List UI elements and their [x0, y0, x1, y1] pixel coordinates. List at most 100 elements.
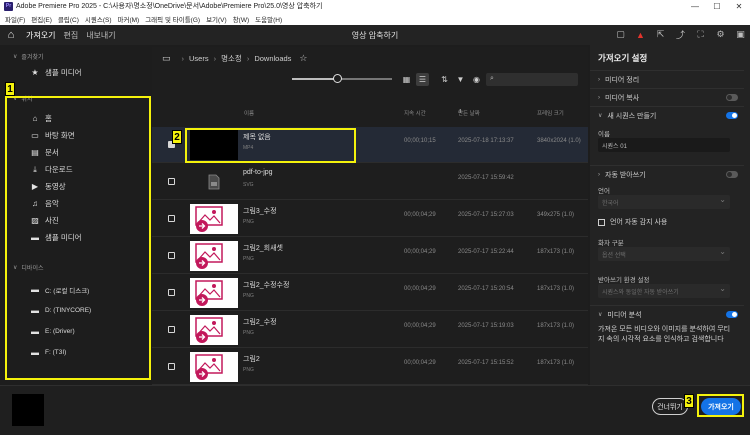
- annotation-box-2: [185, 128, 356, 163]
- auto-transcribe-toggle[interactable]: [726, 171, 738, 178]
- breadcrumb-downloads[interactable]: Downloads: [254, 54, 291, 63]
- skip-button[interactable]: 건너뛰기: [652, 398, 688, 415]
- language-select[interactable]: 한국어: [598, 195, 730, 209]
- file-row[interactable]: 그림2 PNG 00;00;04;29 2025-07-17 15:15:52 187x…: [152, 349, 588, 385]
- menu-marker[interactable]: 마커(M): [117, 14, 139, 24]
- speaker-select[interactable]: 옵션 선택: [598, 247, 730, 261]
- file-type: PNG: [243, 256, 254, 262]
- close-button[interactable]: ✕: [728, 2, 750, 11]
- menu-sequence[interactable]: 시퀀스(S): [85, 14, 112, 24]
- sequence-name-field[interactable]: 시퀀스 01: [598, 138, 730, 152]
- file-type: PNG: [243, 293, 254, 299]
- menu-clip[interactable]: 클립(C): [58, 14, 79, 24]
- file-name: 그림2_회새셋: [243, 245, 283, 252]
- media-organize-section[interactable]: › 미디어 정리: [590, 70, 744, 88]
- annotation-label-1: 1: [5, 82, 15, 96]
- sidebar-item-sample-media[interactable]: ★ 샘플 미디어: [5, 66, 150, 79]
- speaker-label: 화자 구분: [598, 240, 624, 247]
- new-sequence-toggle[interactable]: [726, 112, 738, 119]
- tab-edit[interactable]: 편집: [59, 25, 82, 45]
- column-duration[interactable]: 지속 시간: [404, 109, 426, 117]
- breadcrumb-user[interactable]: 명소정: [221, 53, 242, 64]
- slider-knob[interactable]: [333, 74, 342, 83]
- search-input[interactable]: ⌕: [486, 72, 578, 86]
- row-checkbox[interactable]: [168, 289, 175, 296]
- annotation-label-2: 2: [172, 130, 182, 144]
- row-checkbox[interactable]: [168, 215, 175, 222]
- file-frame-size: 187x173 (1.0): [537, 249, 575, 255]
- file-row[interactable]: 그림2_회새셋 PNG 00;00;04;29 2025-07-17 15:22:44…: [152, 238, 588, 274]
- menu-view[interactable]: 보기(V): [206, 14, 227, 24]
- file-date: 2025-07-17 15:59:42: [458, 175, 514, 181]
- home-icon[interactable]: ⌂: [0, 25, 22, 45]
- menu-window[interactable]: 창(W): [233, 14, 249, 24]
- file-row[interactable]: 그림2_수정수정 PNG 00;00;04;29 2025-07-17 15:20:5…: [152, 275, 588, 311]
- file-thumbnail: [190, 352, 238, 382]
- file-row[interactable]: 그림2_수정 PNG 00;00;04;29 2025-07-17 15:19:03 1…: [152, 312, 588, 348]
- menu-edit[interactable]: 편집(E): [31, 14, 52, 24]
- chevron-right-icon: ›: [181, 54, 185, 63]
- grid-view-icon[interactable]: ▦: [400, 73, 413, 86]
- chevron-right-icon: ›: [598, 76, 600, 83]
- chevron-down-icon: ∨: [13, 54, 18, 60]
- breadcrumb-users[interactable]: Users: [189, 54, 209, 63]
- browser-toolbar: ▦ ☰ ⇅ ▼ ◉ ⌕: [292, 71, 584, 87]
- media-analysis-section[interactable]: ∨ 미디어 분석: [590, 305, 744, 323]
- menu-file[interactable]: 파일(F): [5, 14, 25, 24]
- workspace-icon[interactable]: ▣: [735, 28, 746, 41]
- row-checkbox[interactable]: [168, 252, 175, 259]
- tab-import[interactable]: 가져오기: [22, 25, 59, 45]
- menu-graphics[interactable]: 그래픽 및 타이틀(G): [145, 14, 200, 24]
- file-type: PNG: [243, 330, 254, 336]
- file-row[interactable]: pdf-to-jpg SVG 2025-07-17 15:59:42: [152, 164, 588, 200]
- list-view-icon[interactable]: ☰: [416, 72, 429, 86]
- row-checkbox[interactable]: [168, 363, 175, 370]
- transcribe-settings-select[interactable]: 시퀀스와 동일한 자동 받아쓰기: [598, 284, 730, 298]
- media-analysis-toggle[interactable]: [726, 311, 738, 318]
- fullscreen-icon[interactable]: ⛶: [695, 28, 706, 41]
- panel-title: 가져오기 설정: [598, 53, 648, 63]
- auto-detect-language-checkbox[interactable]: 언어 자동 감지 사용: [598, 217, 667, 227]
- file-type: SVG: [243, 182, 254, 188]
- menu-help[interactable]: 도움말(H): [255, 14, 282, 24]
- bottom-bar: 건너뛰기 가져오기: [0, 385, 750, 435]
- file-row[interactable]: 그림3_수정 PNG 00;00;04;29 2025-07-17 15:27:03 3…: [152, 201, 588, 237]
- share-icon[interactable]: ⤴: [675, 28, 686, 41]
- folder-icon[interactable]: ▭: [162, 53, 171, 64]
- file-duration: 00;00;04;29: [404, 249, 436, 255]
- media-copy-toggle[interactable]: [726, 94, 738, 101]
- annotation-label-3: 3: [684, 394, 694, 408]
- checkbox[interactable]: [598, 218, 605, 226]
- filter-icon[interactable]: ▼: [454, 73, 467, 86]
- export-icon[interactable]: ⇱: [655, 28, 666, 41]
- file-thumbnail: [190, 315, 238, 345]
- file-thumbnail: [190, 241, 238, 271]
- column-name[interactable]: 이름: [244, 109, 254, 117]
- warning-icon[interactable]: ▲: [635, 28, 646, 41]
- file-duration: 00;00;10;15: [404, 138, 436, 144]
- chevron-down-icon: ∨: [598, 113, 603, 119]
- row-checkbox[interactable]: [168, 326, 175, 333]
- media-copy-section[interactable]: › 미디어 복사: [590, 88, 744, 106]
- language-label: 언어: [598, 188, 610, 195]
- visibility-icon[interactable]: ◉: [470, 73, 483, 86]
- sort-down-icon: ⬇: [458, 109, 463, 115]
- minimize-button[interactable]: —: [684, 2, 706, 11]
- file-date: 2025-07-17 15:20:54: [458, 286, 514, 292]
- file-frame-size: 187x173 (1.0): [537, 323, 575, 329]
- auto-transcribe-section[interactable]: › 자동 받아쓰기: [590, 165, 744, 183]
- column-frame-size[interactable]: 프레임 크기: [537, 109, 564, 117]
- settings-icon[interactable]: ⚙: [715, 28, 726, 41]
- tab-export[interactable]: 내보내기: [82, 25, 119, 45]
- panel-icon[interactable]: ▢: [615, 28, 626, 41]
- chevron-down-icon: ∨: [598, 312, 603, 318]
- favorites-header[interactable]: ∨ 즐겨찾기: [5, 51, 150, 62]
- star-icon[interactable]: ☆: [299, 53, 307, 64]
- sort-icon[interactable]: ⇅: [438, 73, 451, 86]
- new-sequence-section[interactable]: ∨ 새 시퀀스 만들기: [590, 106, 744, 124]
- row-checkbox[interactable]: [168, 178, 175, 185]
- annotation-box-3: [697, 394, 744, 417]
- file-frame-size: 187x173 (1.0): [537, 286, 575, 292]
- maximize-button[interactable]: ☐: [706, 2, 728, 11]
- thumbnail-size-slider[interactable]: [292, 74, 392, 84]
